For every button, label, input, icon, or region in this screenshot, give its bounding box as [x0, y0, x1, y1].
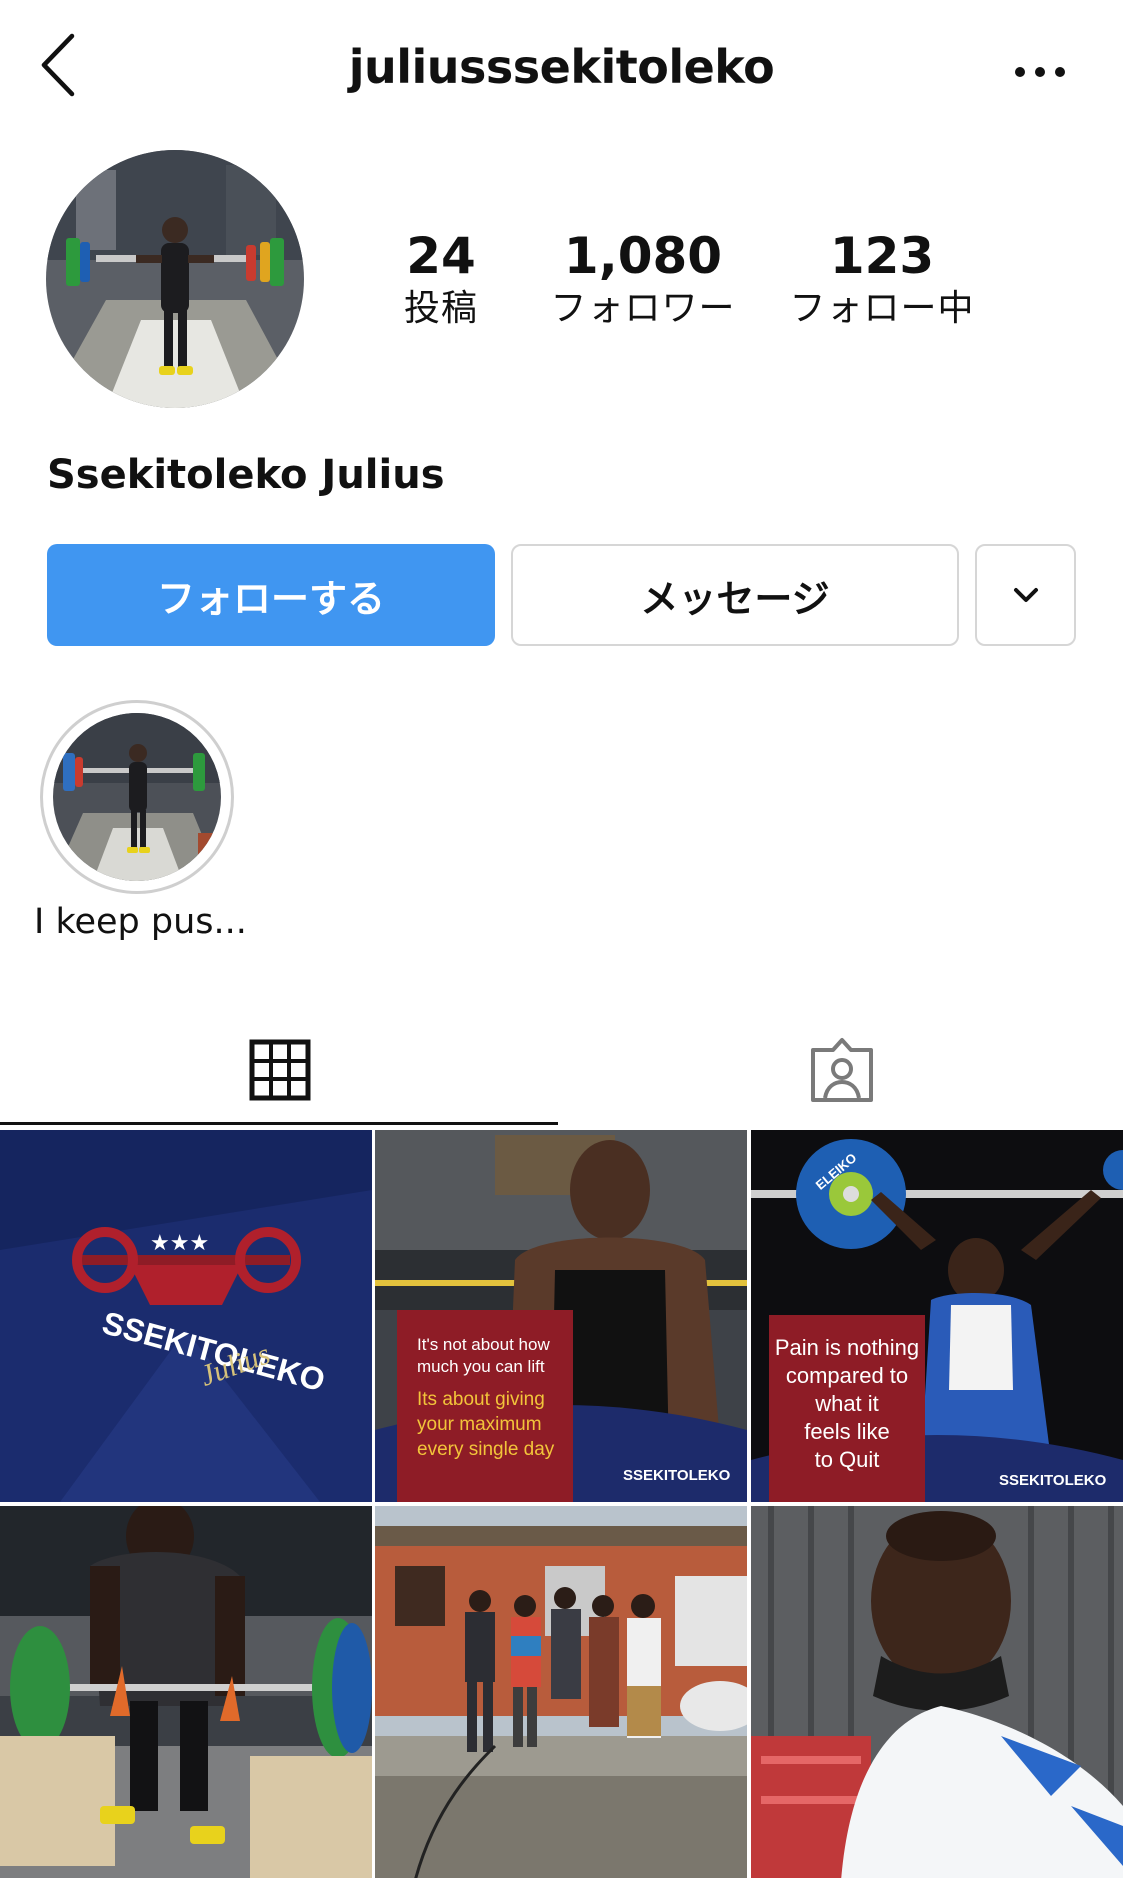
post2-line3: Its about giving	[417, 1389, 545, 1410]
post3-brand: SSEKITOLEKO	[999, 1472, 1107, 1489]
highlight-label: I keep pus...	[34, 902, 247, 942]
grid-icon	[249, 1039, 311, 1101]
post3-line3: what it	[814, 1391, 879, 1416]
post-thumbnail[interactable]: ★★★ SSEKITOLEKO Julius	[0, 1130, 372, 1502]
suggested-accounts-button[interactable]	[975, 544, 1076, 646]
post-thumbnail[interactable]	[751, 1506, 1123, 1878]
profile-header: juliusssekitoleko	[0, 0, 1123, 140]
highlight-cover	[53, 713, 221, 881]
more-horizontal-icon	[1015, 67, 1065, 77]
tab-tagged[interactable]	[562, 1015, 1122, 1125]
follow-button[interactable]: フォローする	[47, 544, 495, 646]
post-image-deadlift	[0, 1506, 372, 1878]
post2-line4: your maximum	[417, 1414, 542, 1435]
post3-line1: Pain is nothing	[775, 1335, 919, 1360]
tagged-person-icon	[811, 1038, 873, 1102]
post-thumbnail[interactable]	[0, 1506, 372, 1878]
avatar-image	[46, 150, 304, 408]
svg-text:★★★: ★★★	[150, 1231, 209, 1256]
following-label: フォロー中	[789, 288, 975, 329]
followers-count: 1,080	[563, 227, 723, 285]
followers-label: フォロワー	[550, 288, 736, 329]
post2-line5: every single day	[417, 1439, 555, 1460]
post3-line2: compared to	[786, 1363, 908, 1388]
message-button[interactable]: メッセージ	[511, 544, 959, 646]
following-count: 123	[829, 227, 935, 285]
post-thumbnail[interactable]: It's not about how much you can lift Its…	[375, 1130, 747, 1502]
post-thumbnail[interactable]: ELEIKO Pain is nothing compared to what …	[751, 1130, 1123, 1502]
story-highlight[interactable]	[40, 700, 234, 894]
post-image-quote-2: ELEIKO Pain is nothing compared to what …	[751, 1130, 1123, 1502]
post-image-group	[375, 1506, 747, 1878]
profile-stats: 24 投稿 1,080 フォロワー 123 フォロー中	[380, 226, 1100, 346]
posts-grid: ★★★ SSEKITOLEKO Julius It's not about ho…	[0, 1130, 1123, 1881]
stat-following[interactable]: 123 フォロー中	[762, 226, 1002, 332]
post-thumbnail[interactable]	[375, 1506, 747, 1878]
post2-brand: SSEKITOLEKO	[623, 1467, 731, 1484]
active-tab-indicator	[0, 1122, 558, 1125]
post-image-selfie	[751, 1506, 1123, 1878]
post-image-logo: ★★★ SSEKITOLEKO Julius	[0, 1130, 372, 1502]
post3-line4: feels like	[804, 1419, 890, 1444]
post2-line1: It's not about how	[417, 1335, 550, 1354]
post3-line5: to Quit	[815, 1447, 880, 1472]
page-title: juliusssekitoleko	[348, 40, 775, 94]
post2-line2: much you can lift	[417, 1357, 545, 1376]
post-image-quote-1: It's not about how much you can lift Its…	[375, 1130, 747, 1502]
stat-followers[interactable]: 1,080 フォロワー	[523, 226, 763, 332]
highlight-image	[53, 713, 221, 881]
display-name: Ssekitoleko Julius	[47, 452, 445, 498]
chevron-down-icon	[1013, 588, 1038, 602]
profile-avatar[interactable]	[46, 150, 304, 408]
tab-posts-grid[interactable]	[0, 1015, 560, 1125]
more-options-button[interactable]	[1010, 54, 1070, 90]
